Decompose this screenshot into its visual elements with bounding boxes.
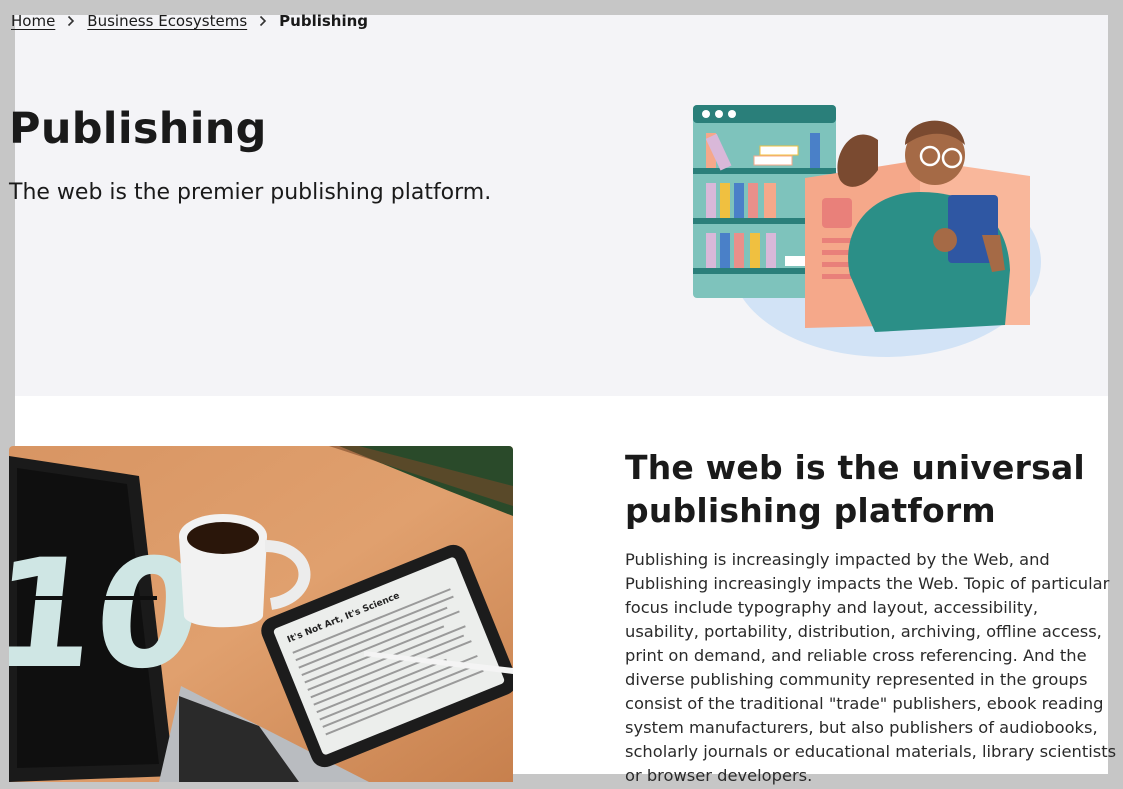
breadcrumb-parent-link[interactable]: Business Ecosystems — [87, 12, 247, 30]
section-title: The web is the universal publishing plat… — [625, 448, 1085, 530]
reader-illustration — [690, 100, 1045, 369]
page-title: Publishing — [9, 104, 267, 154]
section-body: Publishing is increasingly impacted by t… — [625, 550, 1117, 785]
chevron-right-icon — [67, 15, 75, 27]
breadcrumb-home-link[interactable]: Home — [11, 12, 55, 30]
chevron-right-icon — [259, 15, 267, 27]
page-subtitle: The web is the premier publishing platfo… — [9, 180, 492, 205]
desk-photo: 10 It's Not Art, It's Science — [9, 446, 513, 786]
breadcrumb-current: Publishing — [279, 12, 369, 30]
laptop-screen-number: 10 — [9, 527, 209, 702]
breadcrumb: Home Business Ecosystems Publishing — [11, 10, 368, 32]
